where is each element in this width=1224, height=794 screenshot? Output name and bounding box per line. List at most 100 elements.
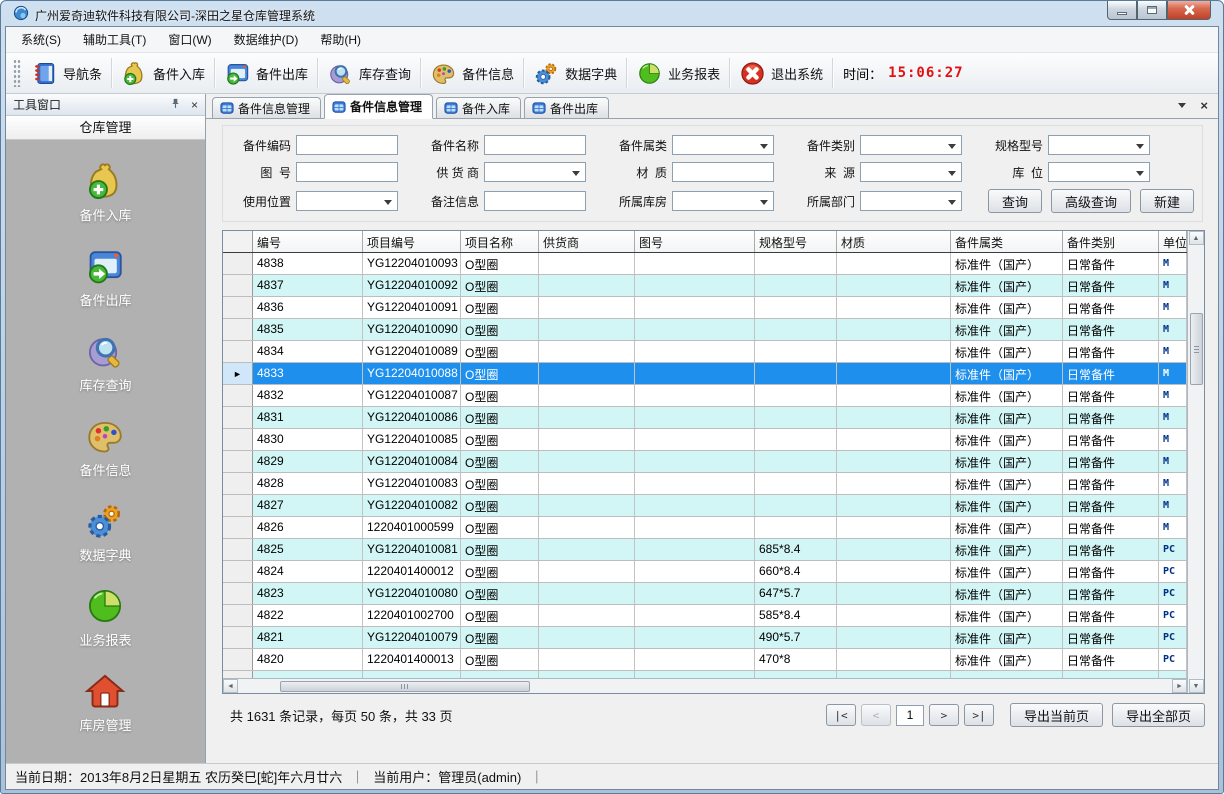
column-header-no[interactable]: 编号 (253, 231, 363, 252)
maximize-button[interactable] (1137, 1, 1167, 20)
toolbar-item-inventory[interactable]: 库存查询 (320, 57, 418, 90)
select-spec[interactable] (1048, 135, 1150, 155)
menu-item-help[interactable]: 帮助(H) (309, 26, 372, 53)
scroll-down-icon[interactable]: ▼ (1189, 679, 1204, 693)
toolbar-grip[interactable] (13, 59, 21, 87)
column-header-cat[interactable]: 备件类别 (1063, 231, 1159, 252)
row-selector[interactable] (223, 407, 253, 428)
table-row[interactable]: 4827YG12204010082O型圈标准件（国产）日常备件M (223, 495, 1187, 517)
row-selector[interactable] (223, 605, 253, 626)
input-remark[interactable] (484, 191, 586, 211)
table-row[interactable]: 48241220401400012O型圈660*8.4标准件（国产）日常备件PC (223, 561, 1187, 583)
menu-item-tools[interactable]: 辅助工具(T) (72, 26, 157, 53)
sidebar-item-dict[interactable]: 数据字典 (79, 500, 131, 564)
table-row[interactable]: 4831YG12204010086O型圈标准件（国产）日常备件M (223, 407, 1187, 429)
row-selector[interactable] (223, 649, 253, 670)
column-header-unit[interactable]: 单位 (1159, 231, 1187, 252)
sidebar-item-part-info[interactable]: 备件信息 (79, 415, 131, 479)
row-selector[interactable]: ► (223, 363, 253, 384)
select-dept[interactable] (860, 191, 962, 211)
column-header-supplier[interactable]: 供货商 (539, 231, 635, 252)
minimize-button[interactable] (1107, 1, 1137, 20)
close-button[interactable] (1167, 1, 1211, 20)
table-row[interactable]: 4837YG12204010092O型圈标准件（国产）日常备件M (223, 275, 1187, 297)
row-selector[interactable] (223, 539, 253, 560)
select-location[interactable] (1048, 162, 1150, 182)
row-selector[interactable] (223, 495, 253, 516)
table-row[interactable]: 4835YG12204010090O型圈标准件（国产）日常备件M (223, 319, 1187, 341)
first-page-button[interactable]: |< (826, 704, 856, 726)
input-material[interactable] (672, 162, 774, 182)
row-selector[interactable] (223, 385, 253, 406)
input-fig_no[interactable] (296, 162, 398, 182)
sidebar-item-stock-in[interactable]: 备件入库 (79, 160, 131, 224)
column-header-fig[interactable]: 图号 (635, 231, 755, 252)
row-selector[interactable] (223, 275, 253, 296)
table-row[interactable]: 4828YG12204010083O型圈标准件（国产）日常备件M (223, 473, 1187, 495)
menu-item-data[interactable]: 数据维护(D) (223, 26, 310, 53)
input-part_name[interactable] (484, 135, 586, 155)
toolbar-item-dict[interactable]: 数据字典 (526, 57, 624, 90)
tab-close-icon[interactable]: × (1200, 99, 1208, 112)
export-page-button[interactable]: 导出当前页 (1010, 703, 1103, 727)
column-header-name[interactable]: 项目名称 (461, 231, 539, 252)
sidebar-item-inventory[interactable]: 库存查询 (79, 330, 131, 394)
toolbar-item-navbar[interactable]: 导航条 (24, 57, 109, 90)
select-supplier[interactable] (484, 162, 586, 182)
scroll-up-icon[interactable]: ▲ (1189, 231, 1204, 245)
table-row[interactable]: 4834YG12204010089O型圈标准件（国产）日常备件M (223, 341, 1187, 363)
tab-stock-in[interactable]: 备件入库 (436, 97, 521, 118)
menu-item-system[interactable]: 系统(S) (10, 26, 72, 53)
menu-item-window[interactable]: 窗口(W) (157, 26, 222, 53)
horizontal-scroll-thumb[interactable] (280, 681, 530, 692)
row-selector[interactable] (223, 429, 253, 450)
row-selector[interactable] (223, 627, 253, 648)
table-row[interactable]: 48261220401000599O型圈标准件（国产）日常备件M (223, 517, 1187, 539)
sidebar-group-title[interactable]: 仓库管理 (6, 116, 205, 140)
row-selector[interactable] (223, 517, 253, 538)
row-selector[interactable] (223, 473, 253, 494)
adv-query-button[interactable]: 高级查询 (1051, 189, 1131, 213)
tab-part-info-mgr-2[interactable]: 备件信息管理 (324, 94, 433, 119)
column-header-attr[interactable]: 备件属类 (951, 231, 1063, 252)
row-selector[interactable] (223, 583, 253, 604)
row-selector[interactable] (223, 451, 253, 472)
last-page-button[interactable]: >| (964, 704, 994, 726)
next-page-button[interactable]: > (929, 704, 959, 726)
row-selector[interactable] (223, 253, 253, 274)
table-row[interactable]: ►4833YG12204010088O型圈标准件（国产）日常备件M (223, 363, 1187, 385)
table-row[interactable]: 48201220401400013O型圈470*8标准件（国产）日常备件PC (223, 649, 1187, 671)
column-header-material[interactable]: 材质 (837, 231, 951, 252)
row-selector[interactable] (223, 319, 253, 340)
row-selector[interactable] (223, 297, 253, 318)
pin-icon[interactable] (170, 98, 181, 112)
select-use_pos[interactable] (296, 191, 398, 211)
toolbar-item-stock-out[interactable]: 备件出库 (217, 57, 315, 90)
tab-stock-out[interactable]: 备件出库 (524, 97, 609, 118)
table-row[interactable]: 4836YG12204010091O型圈标准件（国产）日常备件M (223, 297, 1187, 319)
new-button[interactable]: 新建 (1140, 189, 1194, 213)
column-header-spec[interactable]: 规格型号 (755, 231, 837, 252)
table-row[interactable]: 4825YG12204010081O型圈685*8.4标准件（国产）日常备件PC (223, 539, 1187, 561)
table-row[interactable]: 4821YG12204010079O型圈490*5.7标准件（国产）日常备件PC (223, 627, 1187, 649)
tab-list-chevron-down-icon[interactable] (1178, 103, 1186, 112)
row-selector[interactable] (223, 341, 253, 362)
input-part_code[interactable] (296, 135, 398, 155)
scroll-right-icon[interactable]: ► (1172, 679, 1187, 693)
select-part_attr[interactable] (672, 135, 774, 155)
sidebar-close-icon[interactable]: × (191, 99, 198, 111)
table-row[interactable]: 4832YG12204010087O型圈标准件（国产）日常备件M (223, 385, 1187, 407)
table-row[interactable]: 4829YG12204010084O型圈标准件（国产）日常备件M (223, 451, 1187, 473)
toolbar-item-report[interactable]: 业务报表 (629, 57, 727, 90)
column-header-proj[interactable]: 项目编号 (363, 231, 461, 252)
sidebar-item-report[interactable]: 业务报表 (79, 585, 131, 649)
sidebar-item-stock-out[interactable]: 备件出库 (79, 245, 131, 309)
vertical-scrollbar[interactable]: ▲ ▼ (1187, 231, 1204, 693)
page-number-input[interactable] (896, 705, 924, 726)
table-row[interactable]: 4830YG12204010085O型圈标准件（国产）日常备件M (223, 429, 1187, 451)
table-row[interactable]: 48221220401002700O型圈585*8.4标准件（国产）日常备件PC (223, 605, 1187, 627)
table-row[interactable]: 4823YG12204010080O型圈647*5.7标准件（国产）日常备件PC (223, 583, 1187, 605)
scroll-left-icon[interactable]: ◄ (223, 679, 238, 693)
horizontal-scrollbar[interactable]: ◄► (223, 678, 1187, 693)
toolbar-item-part-info[interactable]: 备件信息 (423, 57, 521, 90)
